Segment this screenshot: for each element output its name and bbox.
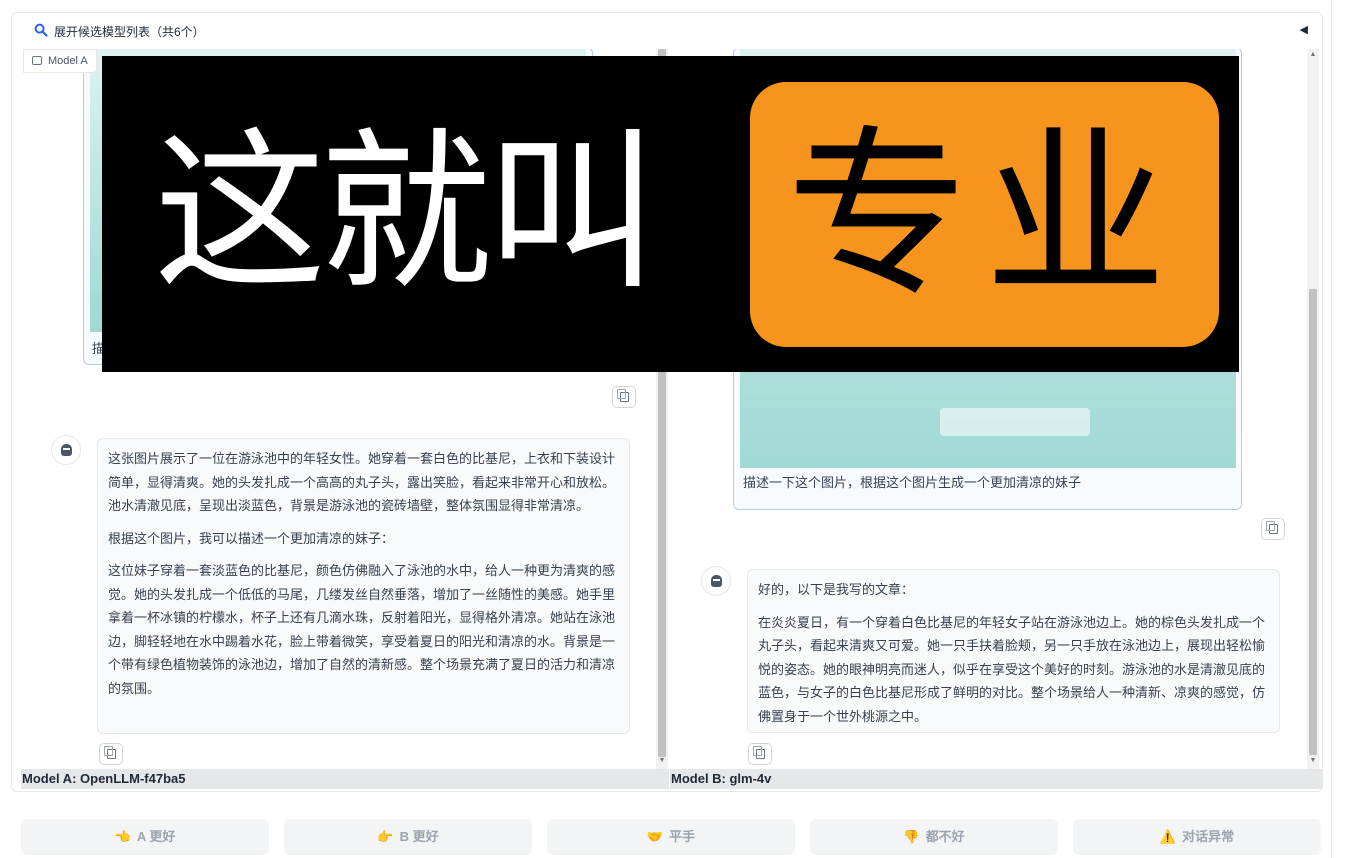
copy-button[interactable] (1261, 518, 1285, 540)
response-paragraph: 根据这个图片，我可以描述一个更加清凉的妹子： (108, 530, 395, 546)
response-paragraph: 在炎炎夏日，有一个穿着白色比基尼的年轻女子站在游泳池边上。她的棕色头发扎成一个丸… (758, 614, 1266, 724)
vote-both-bad-button[interactable]: 👎 都不好 (810, 819, 1058, 855)
vote-a-better-button[interactable]: 👈 A 更好 (21, 819, 269, 855)
model-b-user-caption: 描述一下这个图片，根据这个图片生成一个更加清凉的妹子 (743, 475, 1082, 490)
model-list-accordion-header[interactable]: 展开候选模型列表（共6个） ◀ (12, 13, 1322, 47)
copy-button[interactable] (99, 743, 123, 765)
chat-icon (32, 56, 42, 65)
warning-icon: ⚠️ (1159, 829, 1177, 844)
model-list-accordion-title: 展开候选模型列表（共6个） (54, 25, 205, 39)
model-b-bot-avatar (701, 566, 731, 596)
model-b-label: Model B: glm-4v (671, 771, 772, 786)
response-paragraph: 这张图片展示了一位在游泳池中的年轻女性。她穿着一套白色的比基尼，上衣和下装设计简… (108, 451, 616, 513)
scrollbar-thumb[interactable] (1309, 289, 1317, 755)
model-b-scrollbar[interactable]: ▲ ▼ (1307, 49, 1319, 769)
model-a-response: 这张图片展示了一位在游泳池中的年轻女性。她穿着一套白色的比基尼，上衣和下装设计简… (97, 438, 630, 734)
model-a-label-bar: Model A: OpenLLM-f47ba5 (21, 769, 669, 789)
collapse-triangle-icon[interactable]: ◀ (1300, 23, 1308, 36)
point-left-icon: 👈 (114, 829, 131, 844)
copy-icon (753, 746, 765, 759)
scroll-down-arrow-icon[interactable]: ▼ (1307, 757, 1319, 764)
search-icon (34, 23, 48, 37)
copy-icon (1266, 521, 1278, 534)
model-a-tag: Model A (23, 49, 97, 73)
model-a-bot-avatar (51, 435, 81, 465)
robot-icon (711, 575, 722, 587)
meme-badge-text: 专业 (786, 109, 1183, 321)
vote-tie-button[interactable]: 🤝 平手 (547, 819, 795, 855)
report-abnormal-button[interactable]: ⚠️ 对话异常 (1073, 819, 1321, 855)
point-right-icon: 👉 (377, 829, 394, 844)
page-edge-rule (1331, 0, 1332, 858)
response-paragraph: 好的，以下是我写的文章： (758, 582, 915, 597)
scroll-up-arrow-icon[interactable]: ▲ (1307, 51, 1319, 58)
response-paragraph: 这位妹子穿着一套淡蓝色的比基尼，颜色仿佛融入了泳池的水中，给人一种更为清爽的感觉… (108, 563, 616, 696)
meme-white-text: 这就叫 (154, 112, 658, 313)
copy-button[interactable] (612, 386, 636, 408)
model-b-response: 好的，以下是我写的文章： 在炎炎夏日，有一个穿着白色比基尼的年轻女子站在游泳池边… (747, 569, 1280, 733)
scroll-down-arrow-icon[interactable]: ▼ (656, 757, 668, 764)
copy-icon (617, 389, 629, 402)
vote-b-better-button[interactable]: 👉 B 更好 (284, 819, 532, 855)
copy-button[interactable] (748, 743, 772, 765)
robot-icon (61, 444, 72, 456)
copy-icon (104, 746, 116, 759)
meme-orange-badge: 专业 (750, 82, 1219, 347)
model-b-label-bar: Model B: glm-4v (670, 769, 1322, 789)
model-a-label: Model A: OpenLLM-f47ba5 (22, 771, 186, 786)
handshake-icon: 🤝 (646, 829, 664, 844)
thumbs-down-icon: 👎 (903, 829, 920, 844)
meme-overlay-image: 这就叫 专业 (102, 56, 1239, 372)
